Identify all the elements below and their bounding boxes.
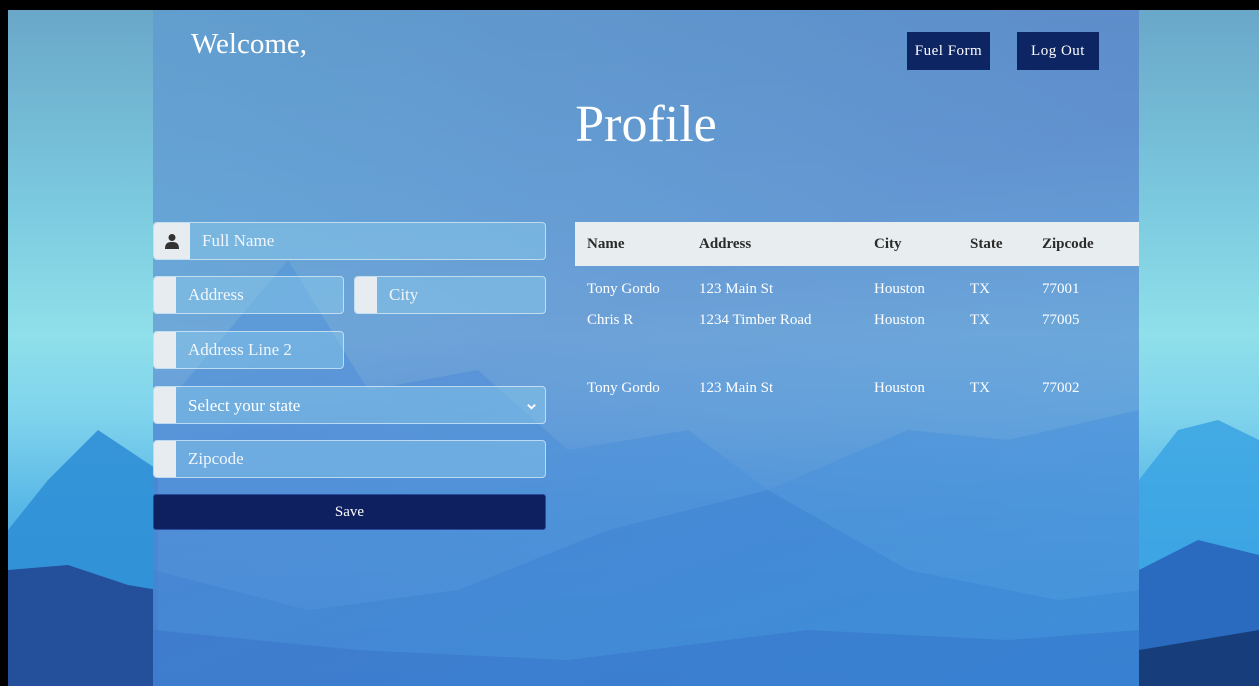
address-input[interactable] <box>176 277 343 313</box>
cell-name: Tony Gordo <box>587 380 660 396</box>
address-line2-input[interactable] <box>176 332 343 368</box>
zipcode-addon <box>154 441 176 477</box>
welcome-text: Welcome, <box>191 28 308 60</box>
city-field <box>354 276 546 314</box>
column-header-city: City <box>862 222 958 266</box>
column-header-address: Address <box>687 222 862 266</box>
column-header-name: Name <box>575 222 687 266</box>
cell-zipcode: 77005 <box>1042 312 1080 328</box>
records-table: Name Address City State Zipcode Tony Gor… <box>575 222 1139 410</box>
cell-address: 123 Main St <box>699 380 774 396</box>
cell-city: Houston <box>874 281 925 297</box>
state-field: Select your state <box>153 386 546 424</box>
page-title: Profile <box>575 96 717 153</box>
address-field <box>153 276 344 314</box>
cell-state: TX <box>970 281 990 297</box>
cell-city: Houston <box>874 312 925 328</box>
cell-address: 1234 Timber Road <box>699 312 812 328</box>
column-header-state: State <box>958 222 1030 266</box>
cell-state: TX <box>970 312 990 328</box>
state-select[interactable]: Select your state <box>176 387 545 423</box>
zipcode-field <box>153 440 546 478</box>
cell-name: Tony Gordo <box>587 281 660 297</box>
user-icon <box>154 223 190 259</box>
cell-city: Houston <box>874 380 925 396</box>
cell-name: Chris R <box>587 312 634 328</box>
main-panel: Welcome, Fuel Form Log Out Profile Full … <box>153 10 1139 686</box>
chevron-down-icon <box>526 399 537 417</box>
full-name-input[interactable] <box>190 223 545 259</box>
column-header-zipcode: Zipcode <box>1030 222 1139 266</box>
state-addon <box>154 387 176 423</box>
table-row: Tony Gordo 123 Main St Houston TX 77002 <box>575 380 1139 410</box>
address-line2-addon <box>154 332 176 368</box>
log-out-button[interactable]: Log Out <box>1017 32 1099 70</box>
page-background: Welcome, Fuel Form Log Out Profile Full … <box>8 10 1259 686</box>
cell-state: TX <box>970 380 990 396</box>
city-input[interactable] <box>377 277 545 313</box>
cell-zipcode: 77002 <box>1042 380 1080 396</box>
table-header-row: Name Address City State Zipcode <box>575 222 1139 266</box>
zipcode-input[interactable] <box>176 441 545 477</box>
city-addon <box>355 277 377 313</box>
table-row: Chris R 1234 Timber Road Houston TX 7700… <box>575 312 1139 380</box>
cell-zipcode: 77001 <box>1042 281 1080 297</box>
full-name-field <box>153 222 546 260</box>
address-line2-field <box>153 331 344 369</box>
cell-address: 123 Main St <box>699 281 774 297</box>
fuel-form-button[interactable]: Fuel Form <box>907 32 990 70</box>
address-addon <box>154 277 176 313</box>
table-row: Tony Gordo 123 Main St Houston TX 77001 <box>575 266 1139 312</box>
save-button[interactable]: Save <box>153 494 546 530</box>
